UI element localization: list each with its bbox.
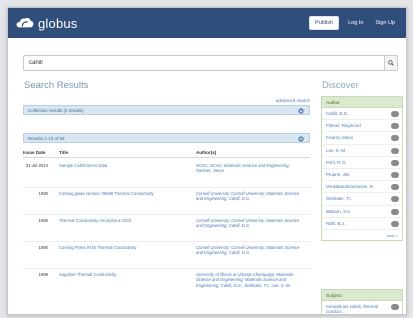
results-range-label: Results 1-10 of 59 bbox=[28, 135, 65, 141]
author-facet-item[interactable]: Cahill, D.G. bbox=[322, 108, 402, 121]
facet-item-label: Flamer, Raymond bbox=[326, 123, 361, 129]
row-title-link[interactable]: Thermal Conductivity Amorphous SiO2 bbox=[59, 218, 182, 223]
advanced-search-link[interactable]: advanced search bbox=[276, 98, 310, 103]
subject-facet: Subject Amorphous solids, thermal conduc… bbox=[321, 289, 403, 315]
row-title-link[interactable]: Corning glass ceramic #9606 Thermal Cond… bbox=[59, 191, 182, 196]
facet-item-label: Prupne, Jim bbox=[326, 172, 350, 178]
count-badge bbox=[391, 220, 399, 227]
top-actions: Publish Log In Sign Up bbox=[309, 16, 398, 30]
subject-facet-header[interactable]: Subject bbox=[322, 290, 402, 301]
author-facet-item[interactable]: Flamer, Raymond bbox=[322, 120, 402, 133]
count-badge bbox=[391, 208, 399, 215]
search-results-heading: Search Results bbox=[24, 80, 89, 91]
author-facet-item[interactable]: Rahl, B.J. bbox=[322, 218, 402, 230]
search-icon bbox=[388, 60, 394, 66]
row-authors[interactable]: Cornell University; Cornell University; … bbox=[196, 218, 304, 229]
search-button[interactable] bbox=[384, 56, 397, 70]
publish-button[interactable]: Publish bbox=[309, 16, 340, 30]
globus-logo[interactable]: globus bbox=[16, 16, 78, 31]
facet-item-label: Sebhater, T.I. bbox=[326, 196, 352, 202]
collection-results-toggle[interactable]: Collection results (2 results) bbox=[23, 105, 310, 115]
row-authors[interactable]: University of Illinois at Urbana-Champai… bbox=[196, 272, 304, 288]
row-date: 1990 bbox=[38, 218, 48, 223]
author-facet-header[interactable]: Author bbox=[322, 97, 402, 108]
author-facet-next-link[interactable]: next > bbox=[322, 230, 402, 240]
row-date: 31-Jul-2014 bbox=[25, 163, 48, 168]
results-table-header: Issue Date Title Author(s) bbox=[23, 149, 310, 158]
author-facet-item[interactable]: Sebhater, T.I. bbox=[322, 193, 402, 206]
collection-results-label: Collection results (2 results) bbox=[28, 107, 84, 113]
globus-cloud-icon bbox=[16, 18, 34, 28]
results-range-header[interactable]: Results 1-10 of 59 bbox=[23, 133, 310, 143]
row-title-link[interactable]: Sample Cahill Demo Data bbox=[59, 163, 182, 168]
count-badge bbox=[391, 111, 399, 117]
login-link[interactable]: Log In bbox=[345, 20, 366, 26]
facet-item-label: Lee, S.-M. bbox=[326, 147, 347, 153]
count-badge bbox=[391, 184, 399, 191]
expand-icon bbox=[298, 108, 304, 114]
search-input[interactable] bbox=[24, 56, 384, 70]
signup-link[interactable]: Sign Up bbox=[372, 20, 398, 26]
count-badge bbox=[391, 171, 399, 178]
table-row: 1998 Sapphire Thermal Conductivity Unive… bbox=[23, 269, 310, 314]
table-row: 1990 Thermal Conductivity Amorphous SiO2… bbox=[23, 215, 310, 242]
logo-text: globus bbox=[38, 15, 78, 31]
row-date: 1990 bbox=[38, 191, 48, 196]
author-facet-item[interactable]: Pohl, R.O. bbox=[322, 157, 402, 169]
browser-page: globus Publish Log In Sign Up Search Res… bbox=[7, 7, 407, 315]
table-row: 1990 Corning Pyrex 9740 Thermal Conducti… bbox=[23, 242, 310, 269]
count-badge bbox=[391, 135, 399, 142]
row-title-link[interactable]: Corning Pyrex 9740 Thermal Conductivity bbox=[59, 245, 182, 250]
row-authors[interactable]: Cornell University; Cornell University; … bbox=[196, 245, 304, 256]
count-badge bbox=[391, 196, 399, 203]
row-authors[interactable]: NCSA; NCSA; Materials Science and Engine… bbox=[196, 163, 304, 174]
facet-item-label: Rahl, B.J. bbox=[326, 220, 346, 226]
subject-facet-item[interactable]: Amorphous solids, thermal conduct... bbox=[322, 301, 402, 315]
top-navbar: globus Publish Log In Sign Up bbox=[8, 8, 406, 38]
collapse-icon bbox=[298, 136, 304, 142]
col-authors[interactable]: Author(s) bbox=[196, 150, 216, 155]
author-facet-item[interactable]: Ficarra, Mario bbox=[322, 132, 402, 145]
author-facet-item[interactable]: Venkatasubramanian, R. bbox=[322, 181, 402, 194]
facet-item-label: Cahill, D.G. bbox=[326, 111, 349, 117]
author-facet: Author Cahill, D.G. Flamer, Raymond Fica… bbox=[321, 96, 403, 241]
author-facet-item[interactable]: Watson, S.K. bbox=[322, 206, 402, 218]
row-title-link[interactable]: Sapphire Thermal Conductivity bbox=[59, 272, 182, 277]
count-badge bbox=[391, 147, 399, 154]
col-issue-date[interactable]: Issue Date bbox=[23, 150, 46, 155]
count-badge bbox=[391, 304, 399, 310]
count-badge bbox=[391, 123, 399, 130]
row-date: 1998 bbox=[38, 272, 48, 277]
facet-item-label: Pohl, R.O. bbox=[326, 159, 347, 165]
search-bar bbox=[23, 55, 398, 71]
count-badge bbox=[391, 159, 399, 166]
table-row: 1990 Corning glass ceramic #9606 Thermal… bbox=[23, 188, 310, 215]
facet-item-label: Watson, S.K. bbox=[326, 208, 352, 214]
author-facet-item[interactable]: Prupne, Jim bbox=[322, 169, 402, 182]
col-title[interactable]: Title bbox=[59, 150, 68, 155]
discover-heading: Discover bbox=[322, 80, 359, 91]
table-row: 31-Jul-2014 Sample Cahill Demo Data NCSA… bbox=[23, 160, 310, 188]
facet-item-label: Amorphous solids, thermal conduct... bbox=[326, 304, 378, 315]
results-table: 31-Jul-2014 Sample Cahill Demo Data NCSA… bbox=[23, 160, 310, 314]
row-authors[interactable]: Cornell University; Cornell University; … bbox=[196, 191, 304, 202]
facet-item-label: Ficarra, Mario bbox=[326, 135, 354, 141]
facet-item-label: Venkatasubramanian, R. bbox=[326, 184, 375, 190]
row-date: 1990 bbox=[38, 245, 48, 250]
author-facet-item[interactable]: Lee, S.-M. bbox=[322, 145, 402, 157]
